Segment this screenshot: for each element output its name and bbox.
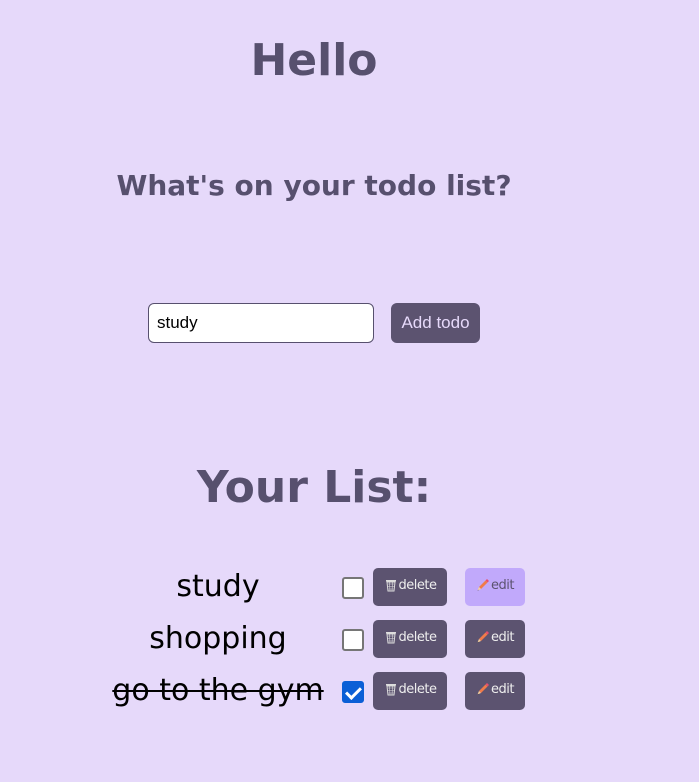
todo-item-text: study — [176, 569, 260, 604]
add-todo-button[interactable]: Add todo — [391, 303, 480, 343]
check-mark-icon — [345, 683, 362, 700]
greeting-heading: Hello — [250, 35, 378, 86]
edit-button[interactable]: edit — [465, 620, 525, 658]
edit-button-label: edit — [491, 577, 514, 593]
pencil-icon — [476, 630, 490, 644]
edit-button-label: edit — [491, 629, 514, 645]
todo-done-checkbox[interactable] — [342, 681, 364, 703]
delete-button[interactable]: delete — [373, 568, 447, 606]
wastebasket-icon — [384, 682, 398, 696]
delete-button[interactable]: delete — [373, 620, 447, 658]
wastebasket-icon — [384, 578, 398, 592]
delete-button-label: delete — [398, 681, 437, 697]
edit-button[interactable]: edit — [465, 672, 525, 710]
wastebasket-icon — [384, 630, 398, 644]
todo-done-checkbox[interactable] — [342, 629, 364, 651]
delete-button[interactable]: delete — [373, 672, 447, 710]
edit-button[interactable]: edit — [465, 568, 525, 606]
page-subtitle: What's on your todo list? — [116, 169, 512, 202]
delete-button-label: delete — [398, 629, 437, 645]
todo-done-checkbox[interactable] — [342, 577, 364, 599]
todo-item: study delete edit — [0, 568, 699, 620]
pencil-icon — [476, 682, 490, 696]
pencil-icon — [476, 578, 490, 592]
todo-input[interactable] — [148, 303, 374, 343]
todo-list: study delete edit shopping delete edit g… — [0, 568, 699, 724]
list-title: Your List: — [196, 462, 432, 513]
todo-item-text: go to the gym — [112, 673, 324, 708]
edit-button-label: edit — [491, 681, 514, 697]
todo-item-text: shopping — [149, 621, 287, 656]
todo-item: go to the gym delete edit — [0, 672, 699, 724]
delete-button-label: delete — [398, 577, 437, 593]
todo-item: shopping delete edit — [0, 620, 699, 672]
